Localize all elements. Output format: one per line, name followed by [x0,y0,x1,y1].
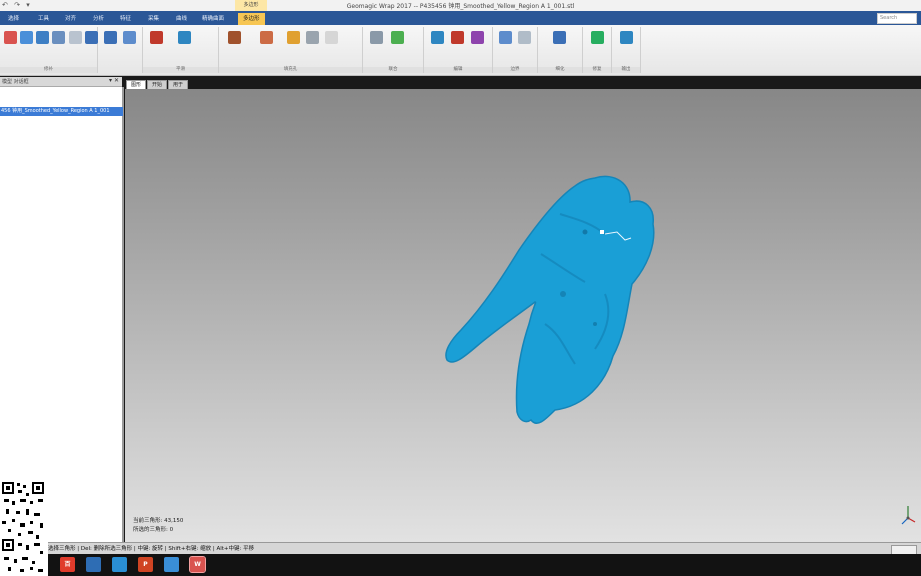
viewport-stats: 当前三角形: 43,150 所选的三角形: 0 [133,517,183,535]
ribbon-button[interactable] [322,31,340,46]
ribbon-group-repair: 修补 [0,27,98,73]
ribbon-button[interactable] [101,31,119,46]
ribbon-button[interactable] [428,31,446,46]
tooth-model[interactable] [445,174,705,434]
ribbon-button[interactable] [468,31,486,46]
ribbon-button[interactable] [225,31,243,46]
model-tree-item[interactable]: 456 钟用_Smoothed_Yellow_Region A 1_001 [0,107,123,116]
ribbon-group-refine: 细化 [538,27,583,73]
axis-triad-icon [901,506,916,525]
tab-curves[interactable]: 曲线 [176,14,187,22]
tab-capture[interactable]: 采集 [148,14,159,22]
window-title: Geomagic Wrap 2017 -- P435456 钟用_Smoothe… [346,3,575,10]
ribbon-group-union: 联合 [363,27,424,73]
view-tabs: 图形 开始 用于 [126,80,189,90]
ribbon-group-label: 修补 [0,67,97,73]
ribbon-button[interactable] [175,31,193,46]
ribbon-button[interactable] [49,31,67,46]
taskbar-app-generic[interactable] [164,557,179,572]
ribbon-group-label: 边界 [493,67,537,73]
panel-header: 模型 对话框 ▾ ✕ [0,77,122,87]
tab-analysis[interactable]: 分析 [93,14,104,22]
title-bar: ↶ ↷ ▾ 多边形 Geomagic Wrap 2017 -- P435456 … [0,0,921,11]
triangle-count-label: 当前三角形: 43,150 [133,518,184,524]
taskbar-app-powerpoint[interactable]: P [138,557,153,572]
ribbon-button[interactable] [515,31,533,46]
ribbon-button[interactable] [617,31,635,46]
panel-controls[interactable]: ▾ ✕ [109,77,119,84]
ribbon-button[interactable] [284,31,302,46]
ribbon-button[interactable] [448,31,466,46]
ribbon-button[interactable] [257,31,275,46]
tab-tools[interactable]: 工具 [38,14,49,22]
ribbon-tab-bar: 选择 工具 对齐 分析 特征 采集 曲线 精确曲面 多边形 Search [0,11,921,25]
search-input[interactable]: Search [877,13,917,24]
ribbon-group-label: 平滑 [143,67,218,73]
ribbon-group-fix: 修复 [583,27,612,73]
ribbon-button[interactable] [147,31,165,46]
ribbon-group-label: 编辑 [424,67,492,73]
3d-viewport[interactable]: 当前三角形: 43,150 所选的三角形: 0 [125,89,921,542]
ribbon-button[interactable] [303,31,321,46]
ribbon-group-label: 输出 [612,67,640,73]
ribbon-group-extra [98,27,143,73]
tab-polygons[interactable]: 多边形 [238,13,265,25]
taskbar: 百 P W [0,554,921,576]
ribbon-group-smooth: 平滑 [143,27,219,73]
ribbon-group-label: 修复 [583,67,611,73]
qr-code-icon [0,479,48,576]
ribbon-group-boundary: 边界 [493,27,538,73]
tab-align[interactable]: 对齐 [65,14,76,22]
ribbon-group-label: 填充孔 [219,67,362,73]
taskbar-app-doc[interactable] [112,557,127,572]
taskbar-app-files[interactable] [86,557,101,572]
ribbon-group-fill-holes: 填充孔 [219,27,363,73]
ribbon-button[interactable] [588,31,606,46]
tab-select[interactable]: 选择 [8,14,19,22]
taskbar-app-baidu[interactable]: 百 [60,557,75,572]
ribbon-group-label: 细化 [538,67,582,73]
ribbon-button[interactable] [120,31,138,46]
ribbon-button[interactable] [367,31,385,46]
ribbon-button[interactable] [550,31,568,46]
ribbon-button[interactable] [388,31,406,46]
selected-triangle-label: 所选的三角形: 0 [133,527,174,533]
ribbon-group-label: 联合 [363,67,423,73]
panel-tabs[interactable]: 模型 对话框 [2,78,29,85]
ribbon-button[interactable] [496,31,514,46]
tab-features[interactable]: 特征 [120,14,131,22]
model-manager-panel: 456 钟用_Smoothed_Yellow_Region A 1_001 [0,87,124,542]
taskbar-app-wps[interactable]: W [189,556,206,573]
tab-exact-surfaces[interactable]: 精确曲面 [202,14,224,22]
ribbon-group-edit: 编辑 [424,27,493,73]
ribbon: 修补 平滑 填充孔 联合 编辑 边界 细化 修复 输出 [0,25,921,76]
ribbon-group-output: 输出 [612,27,641,73]
